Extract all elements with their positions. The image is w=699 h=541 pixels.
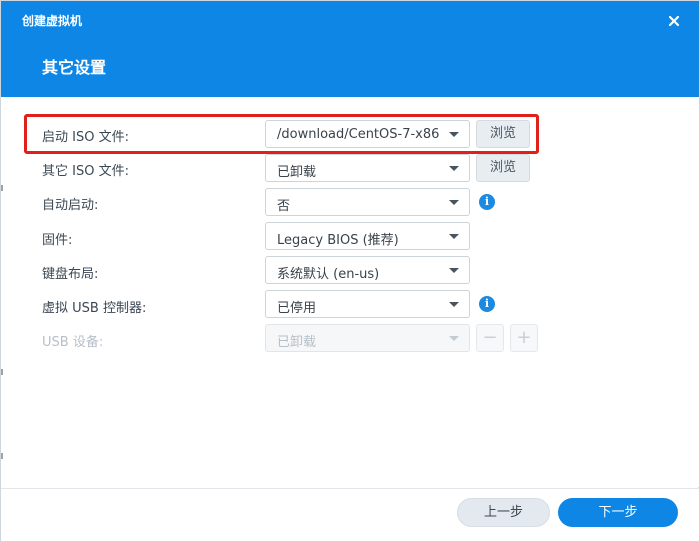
chevron-down-icon (449, 200, 459, 205)
usb-device-label: USB 设备: (42, 335, 104, 350)
autostart-value: 否 (277, 199, 291, 214)
firmware-value: Legacy BIOS (推荐) (277, 233, 399, 248)
previous-step-button[interactable]: 上一步 (457, 498, 550, 527)
close-button[interactable] (663, 10, 685, 32)
edge-mark (1, 369, 3, 375)
page-title: 其它设置 (42, 58, 107, 77)
autostart-label: 自动启动: (42, 198, 99, 213)
other-iso-browse-button[interactable]: 浏览 (476, 154, 530, 182)
dialog-header: 创建虚拟机 其它设置 (1, 1, 699, 97)
remove-usb-device-button: − (476, 324, 504, 352)
boot-iso-browse-button[interactable]: 浏览 (476, 120, 530, 148)
boot-iso-select[interactable]: /download/CentOS-7-x86 (265, 120, 470, 148)
autostart-select[interactable]: 否 (265, 188, 470, 216)
info-icon[interactable]: i (479, 194, 495, 210)
edge-mark (1, 185, 3, 191)
boot-iso-label: 启动 ISO 文件: (42, 130, 129, 145)
keyboard-layout-select[interactable]: 系统默认 (en-us) (265, 256, 470, 284)
other-iso-select[interactable]: 已卸载 (265, 154, 470, 182)
boot-iso-value: /download/CentOS-7-x86 (277, 127, 440, 142)
chevron-down-icon (449, 166, 459, 171)
window-title: 创建虚拟机 (22, 14, 83, 28)
edge-mark (1, 453, 3, 459)
keyboard-layout-label: 键盘布局: (42, 267, 99, 282)
keyboard-layout-value: 系统默认 (en-us) (277, 267, 380, 282)
usb-device-select: 已卸载 (265, 324, 470, 352)
dialog-footer: 上一步 下一步 (1, 488, 699, 541)
firmware-label: 固件: (42, 233, 73, 248)
chevron-down-icon (449, 302, 459, 307)
usb-controller-select[interactable]: 已停用 (265, 290, 470, 318)
chevron-down-icon (449, 132, 459, 137)
info-icon[interactable]: i (479, 296, 495, 312)
other-iso-value: 已卸载 (277, 165, 317, 180)
chevron-down-icon (449, 234, 459, 239)
close-icon (668, 15, 680, 27)
chevron-down-icon (449, 268, 459, 273)
usb-controller-label: 虚拟 USB 控制器: (42, 301, 147, 316)
usb-controller-value: 已停用 (277, 301, 317, 316)
chevron-down-icon (449, 336, 459, 341)
add-usb-device-button: + (510, 324, 538, 352)
next-step-button[interactable]: 下一步 (558, 498, 678, 527)
firmware-select[interactable]: Legacy BIOS (推荐) (265, 222, 470, 250)
other-iso-label: 其它 ISO 文件: (42, 164, 129, 179)
create-vm-dialog: 创建虚拟机 其它设置 启动 ISO 文件: /download/CentOS-7… (0, 0, 699, 541)
usb-device-value: 已卸载 (277, 335, 317, 350)
